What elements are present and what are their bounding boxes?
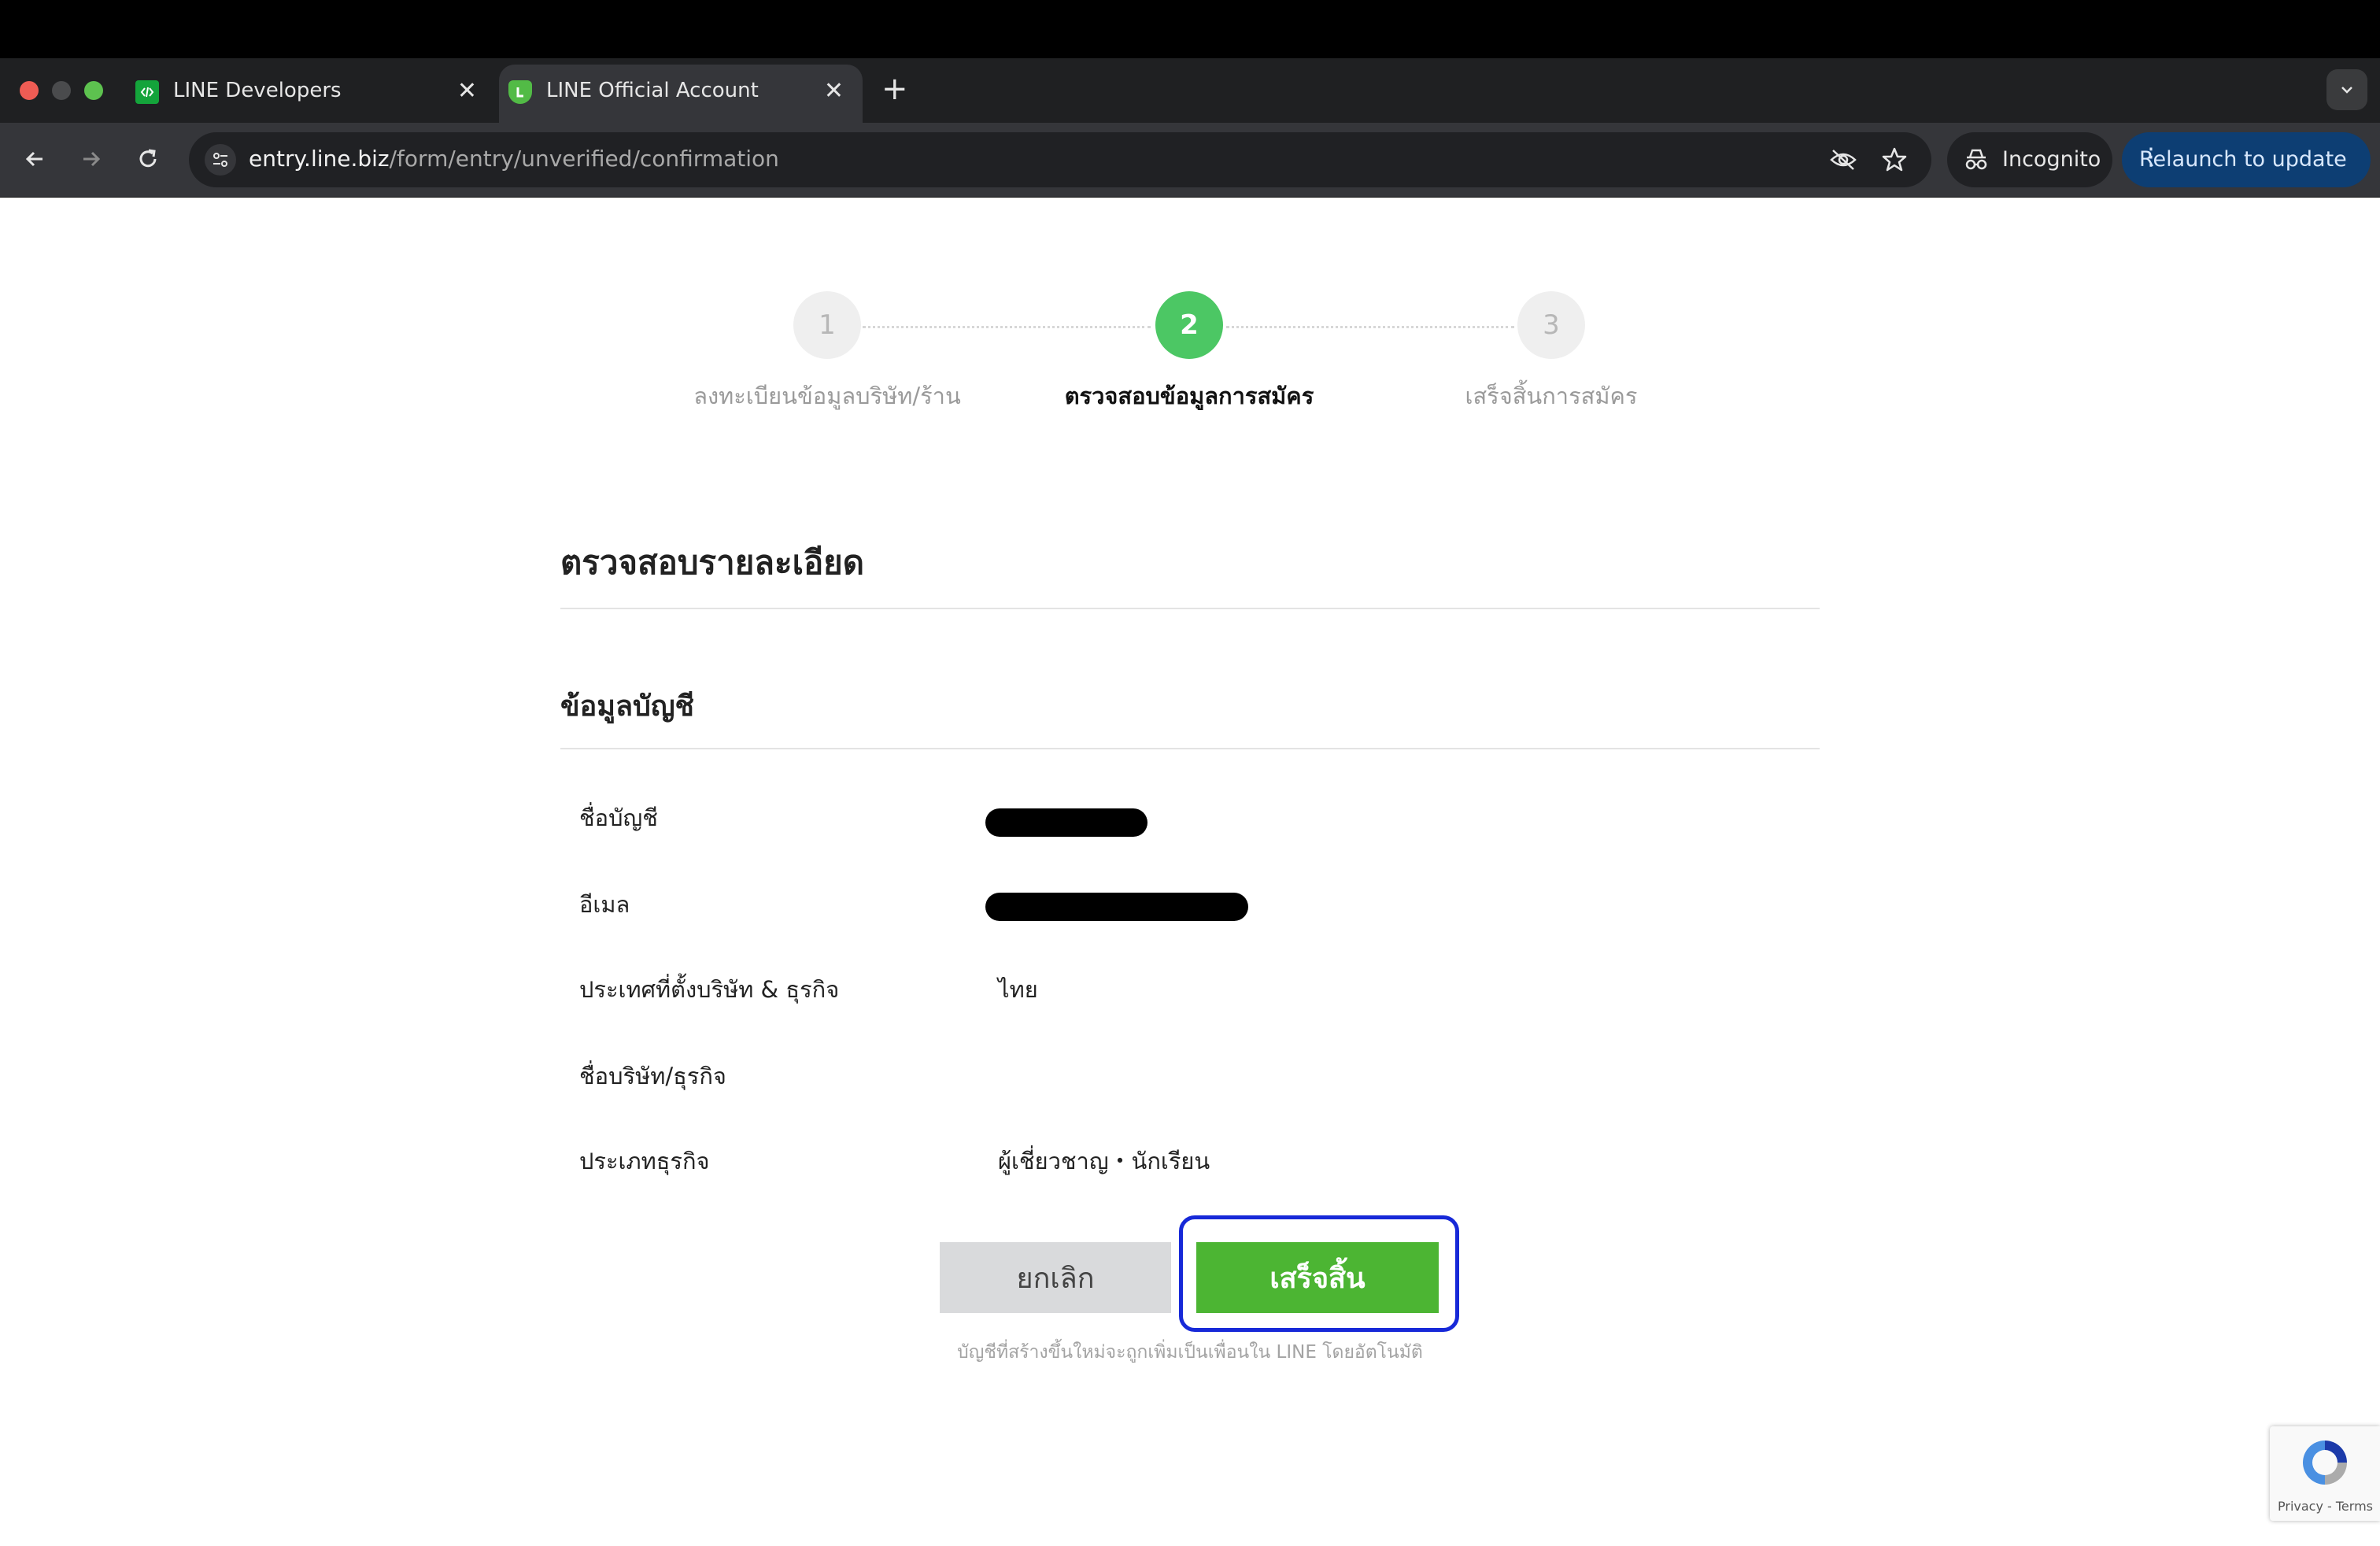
tab-line-developers[interactable]: LINE Developers ✕ — [126, 65, 496, 123]
field-value-country: ไทย — [998, 976, 1038, 1003]
arrow-left-icon — [25, 151, 42, 167]
window-minimize-button[interactable] — [52, 81, 71, 100]
tab-title: LINE Developers — [173, 79, 342, 102]
recaptcha-links[interactable]: Privacy - Terms — [2278, 1499, 2373, 1514]
line-shield-icon — [508, 80, 532, 104]
address-bar[interactable]: entry.line.biz/form/entry/unverified/con… — [189, 132, 1931, 187]
step-1-circle: 1 — [793, 291, 861, 359]
window-zoom-button[interactable] — [84, 81, 103, 100]
window-close-button[interactable] — [20, 81, 39, 100]
page-title: ตรวจสอบรายละเอียด — [560, 543, 865, 582]
more-menu-icon[interactable]: ⋮ — [2139, 143, 2353, 171]
browser-toolbar: entry.line.biz/form/entry/unverified/con… — [0, 123, 2380, 198]
field-label-account-name: ชื่อบัญชี — [579, 804, 658, 831]
divider — [560, 608, 1820, 609]
step-3-label: เสร็จสิ้นการสมัคร — [1465, 383, 1638, 409]
redacted-value — [985, 808, 1148, 837]
new-tab-button[interactable]: + — [881, 69, 908, 109]
os-menu-bar — [0, 0, 2380, 58]
url-text[interactable]: entry.line.biz/form/entry/unverified/con… — [249, 146, 779, 172]
tab-title: LINE Official Account — [546, 79, 759, 102]
field-label-email: อีเมล — [579, 891, 630, 918]
incognito-label: Incognito — [2002, 147, 2101, 172]
field-label-business-type: ประเภทธุรกิจ — [579, 1148, 710, 1174]
field-label-company-name: ชื่อบริษัท/ธุรกิจ — [579, 1063, 726, 1089]
tab-close-icon[interactable]: ✕ — [457, 77, 477, 105]
tune-icon — [213, 153, 227, 167]
recaptcha-badge[interactable]: Privacy - Terms — [2270, 1426, 2380, 1521]
reload-icon — [139, 149, 157, 168]
line-developers-icon — [135, 80, 159, 104]
forward-button[interactable] — [74, 142, 109, 176]
reload-button[interactable] — [131, 142, 165, 176]
site-info-button[interactable] — [205, 144, 236, 176]
url-path: /form/entry/unverified/confirmation — [389, 146, 779, 172]
cancel-button[interactable]: ยกเลิก — [940, 1242, 1171, 1313]
incognito-badge[interactable]: Incognito — [1947, 132, 2112, 187]
chevron-down-icon — [2341, 87, 2352, 94]
step-1-label: ลงทะเบียนข้อมูลบริษัท/ร้าน — [693, 383, 961, 409]
tab-close-icon[interactable]: ✕ — [824, 77, 844, 105]
section-title: ข้อมูลบัญชี — [560, 690, 694, 723]
divider — [560, 748, 1820, 749]
url-host: entry.line.biz — [249, 146, 390, 172]
field-label-country: ประเทศที่ตั้งบริษัท & ธุรกิจ — [579, 976, 840, 1003]
relaunch-button[interactable]: Relaunch to update ⋮ — [2122, 132, 2371, 187]
step-connector — [863, 326, 1151, 328]
eye-off-icon[interactable] — [1829, 147, 1857, 172]
redacted-value — [985, 893, 1248, 921]
step-connector — [1226, 326, 1514, 328]
finish-button[interactable]: เสร็จสิ้น — [1196, 1242, 1439, 1313]
arrow-right-icon — [83, 151, 101, 167]
field-value-business-type: ผู้เชี่ยวชาญ・นักเรียน — [998, 1148, 1210, 1174]
star-icon[interactable] — [1881, 146, 1908, 173]
recaptcha-icon — [2303, 1441, 2347, 1485]
step-2-label: ตรวจสอบข้อมูลการสมัคร — [1064, 383, 1314, 409]
back-button[interactable] — [17, 142, 52, 176]
step-3-circle: 3 — [1517, 291, 1585, 359]
incognito-icon — [1965, 149, 1987, 170]
tab-search-button[interactable] — [2326, 69, 2367, 110]
step-2-circle: 2 — [1155, 291, 1223, 359]
auto-friend-note: บัญชีที่สร้างขึ้นใหม่จะถูกเพิ่มเป็นเพื่อ… — [957, 1342, 1423, 1363]
tab-line-official-account[interactable]: LINE Official Account ✕ — [499, 65, 863, 123]
